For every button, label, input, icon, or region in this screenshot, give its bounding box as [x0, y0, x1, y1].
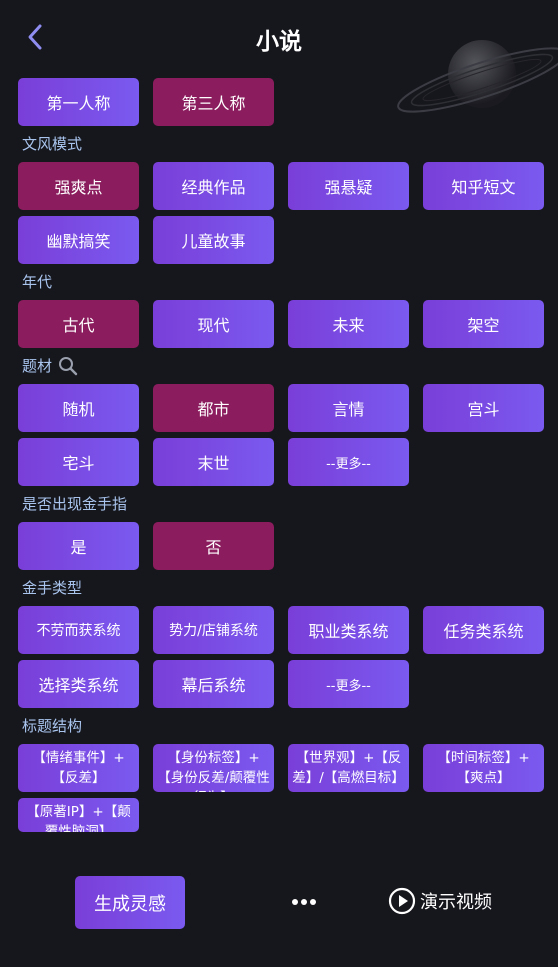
title-structure-label-text: 标题结构 [22, 717, 83, 735]
option-style[interactable]: 儿童故事 [153, 216, 274, 264]
header: 小说 [0, 0, 558, 113]
title-structure-section-label: 标题结构 [18, 708, 548, 744]
cheat-section-label: 是否出现金手指 [18, 486, 548, 522]
demo-video-label: 演示视频 [420, 892, 492, 913]
era-options: 古代 现代 未来 架空 [18, 300, 548, 348]
option-title-structure[interactable]: 【原著IP】+【颠覆性脑洞】 [18, 798, 139, 832]
option-first-person[interactable]: 第一人称 [18, 78, 139, 126]
option-theme[interactable]: 随机 [18, 384, 139, 432]
option-cheat-type[interactable]: 职业类系统 [288, 606, 409, 654]
search-icon[interactable] [58, 356, 78, 376]
theme-options: 随机 都市 言情 宫斗 宅斗 末世 --更多-- [18, 384, 548, 486]
options-panel: 第一人称 第三人称 文风模式 强爽点 经典作品 强悬疑 知乎短文 幽默搞笑 儿童… [18, 78, 548, 832]
option-style[interactable]: 强悬疑 [288, 162, 409, 210]
demo-video-button[interactable]: 演示视频 [388, 887, 492, 915]
option-theme[interactable]: 末世 [153, 438, 274, 486]
option-cheat-type[interactable]: 势力/店铺系统 [153, 606, 274, 654]
option-style[interactable]: 经典作品 [153, 162, 274, 210]
cheat-label-text: 是否出现金手指 [22, 495, 128, 513]
more-dots-icon[interactable] [290, 890, 318, 914]
theme-section-label: 题材 [18, 348, 548, 384]
option-theme[interactable]: 言情 [288, 384, 409, 432]
option-title-structure[interactable]: 【身份标签】+【身份反差/颠覆性行为】 [153, 744, 274, 792]
bottom-bar: 生成灵感 演示视频 [0, 870, 558, 940]
generate-inspiration-button[interactable]: 生成灵感 [75, 876, 185, 929]
option-title-structure[interactable]: 【世界观】+【反差】/【高燃目标】 [288, 744, 409, 792]
option-cheat-yes[interactable]: 是 [18, 522, 139, 570]
option-cheat-no[interactable]: 否 [153, 522, 274, 570]
cheat-type-label-text: 金手类型 [22, 579, 83, 597]
option-cheat-type[interactable]: 任务类系统 [423, 606, 544, 654]
option-era[interactable]: 未来 [288, 300, 409, 348]
option-style[interactable]: 幽默搞笑 [18, 216, 139, 264]
style-label-text: 文风模式 [22, 135, 83, 153]
option-style[interactable]: 知乎短文 [423, 162, 544, 210]
style-section-label: 文风模式 [18, 126, 548, 162]
option-theme[interactable]: 都市 [153, 384, 274, 432]
title-structure-clip: 【情绪事件】+【反差】 【身份标签】+【身份反差/颠覆性行为】 【世界观】+【反… [18, 744, 548, 832]
option-theme[interactable]: 宫斗 [423, 384, 544, 432]
cheat-options: 是 否 [18, 522, 548, 570]
cheat-type-options: 不劳而获系统 势力/店铺系统 职业类系统 任务类系统 选择类系统 幕后系统 --… [18, 606, 548, 708]
option-theme[interactable]: 宅斗 [18, 438, 139, 486]
option-title-structure[interactable]: 【时间标签】+【爽点】 [423, 744, 544, 792]
option-third-person[interactable]: 第三人称 [153, 78, 274, 126]
option-era[interactable]: 现代 [153, 300, 274, 348]
option-cheat-type[interactable]: 不劳而获系统 [18, 606, 139, 654]
option-cheat-type[interactable]: 幕后系统 [153, 660, 274, 708]
style-options: 强爽点 经典作品 强悬疑 知乎短文 幽默搞笑 儿童故事 [18, 162, 548, 264]
play-circle-icon [388, 887, 416, 915]
option-theme-more[interactable]: --更多-- [288, 438, 409, 486]
person-options: 第一人称 第三人称 [18, 78, 548, 126]
era-label-text: 年代 [22, 273, 53, 291]
option-era[interactable]: 古代 [18, 300, 139, 348]
option-cheat-type-more[interactable]: --更多-- [288, 660, 409, 708]
era-section-label: 年代 [18, 264, 548, 300]
option-cheat-type[interactable]: 选择类系统 [18, 660, 139, 708]
title-structure-options: 【情绪事件】+【反差】 【身份标签】+【身份反差/颠覆性行为】 【世界观】+【反… [18, 744, 548, 832]
theme-label-text: 题材 [22, 357, 53, 375]
option-title-structure[interactable]: 【情绪事件】+【反差】 [18, 744, 139, 792]
option-era[interactable]: 架空 [423, 300, 544, 348]
cheat-type-section-label: 金手类型 [18, 570, 548, 606]
option-style[interactable]: 强爽点 [18, 162, 139, 210]
